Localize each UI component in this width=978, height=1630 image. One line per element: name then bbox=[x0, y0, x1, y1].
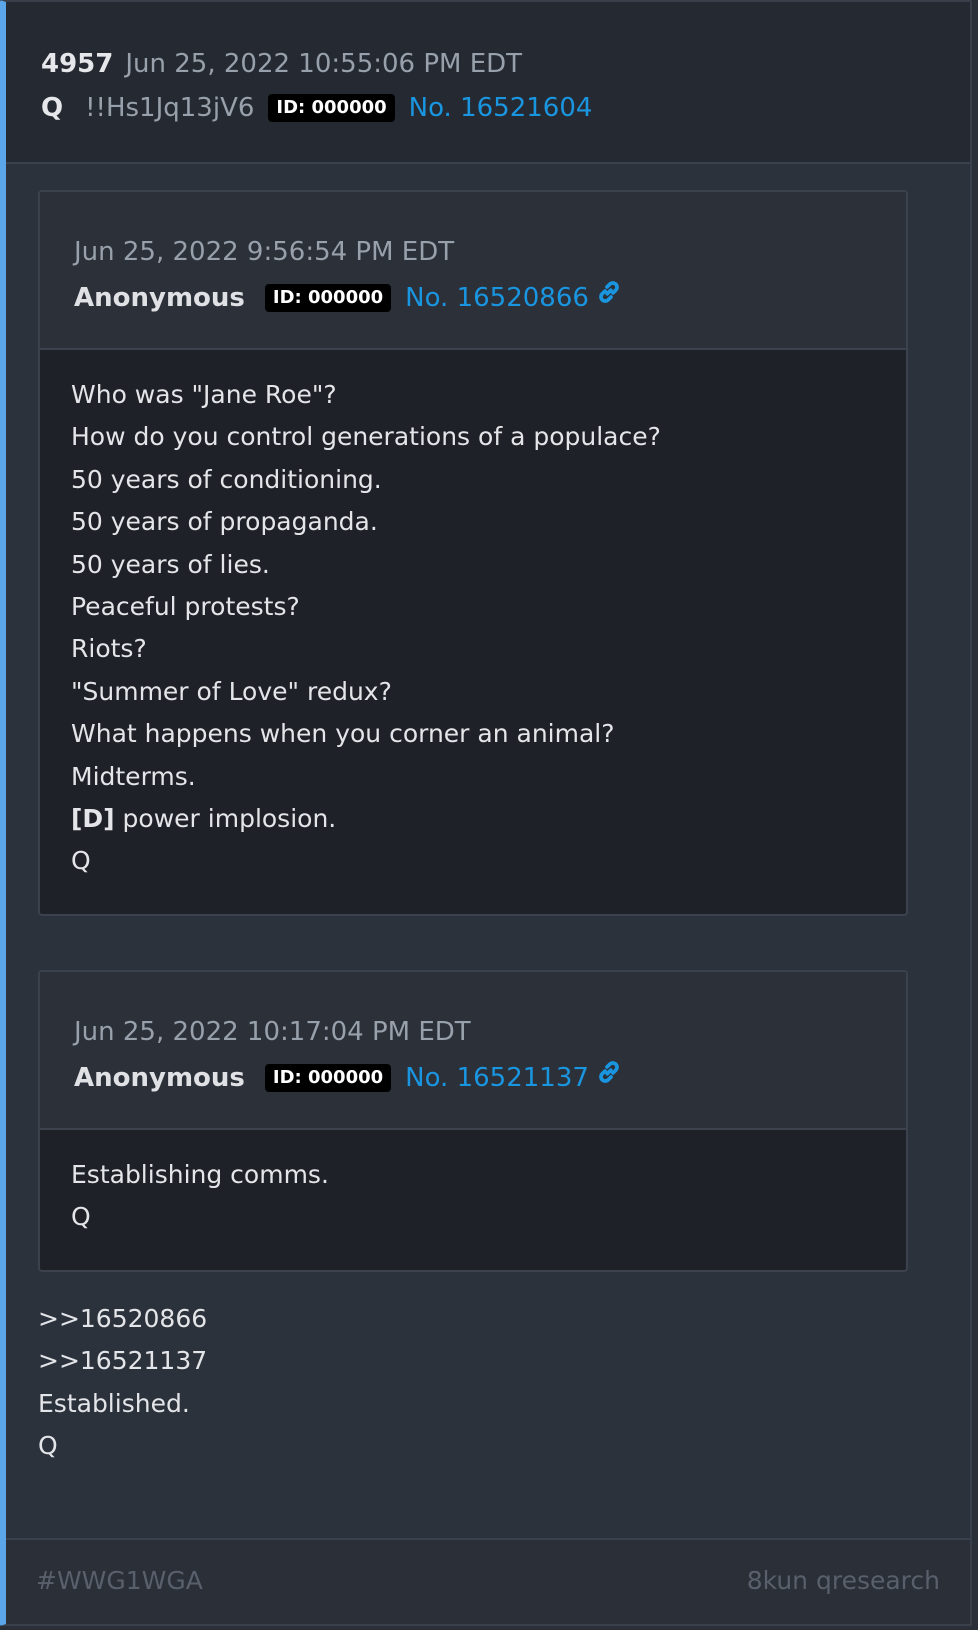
quoted-post-author: Anonymous bbox=[74, 283, 245, 313]
quoted-post-text-line: 50 years of propaganda. bbox=[71, 507, 378, 537]
board-source: 8kun qresearch bbox=[746, 1566, 940, 1595]
post-text-line: Q bbox=[38, 1431, 58, 1461]
post-header-line-1: 4957 Jun 25, 2022 10:55:06 PM EDT bbox=[41, 46, 970, 82]
post-timestamp: Jun 25, 2022 10:55:06 PM EDT bbox=[125, 49, 523, 79]
quoted-post-text-line: Q bbox=[71, 846, 91, 876]
quoted-post-text-line: What happens when you corner an animal? bbox=[71, 719, 615, 749]
quoted-post-number-link[interactable]: No. 16520866 bbox=[405, 283, 589, 313]
quoted-post-text-fragment: power implosion. bbox=[114, 804, 337, 834]
id-badge: ID: 000000 bbox=[268, 94, 395, 122]
quoted-post-text-line: Peaceful protests? bbox=[71, 592, 300, 622]
post-text-line: Established. bbox=[38, 1388, 190, 1418]
quoted-post-text-line: How do you control generations of a popu… bbox=[71, 422, 661, 452]
post-card: 4957 Jun 25, 2022 10:55:06 PM EDT Q !!Hs… bbox=[0, 0, 972, 1626]
quoted-post-body: Who was "Jane Roe"? How do you control g… bbox=[40, 350, 906, 883]
post-tripcode: !!Hs1Jq13jV6 bbox=[85, 93, 255, 123]
post-header: 4957 Jun 25, 2022 10:55:06 PM EDT Q !!Hs… bbox=[6, 2, 970, 164]
quoted-post-header-line-2: Anonymous ID: 000000 No. 16520866 bbox=[74, 276, 906, 320]
quoted-post-header: Jun 25, 2022 9:56:54 PM EDT Anonymous ID… bbox=[40, 192, 906, 350]
post-footer: #WWG1WGA 8kun qresearch bbox=[6, 1538, 970, 1624]
quoted-post-text-line: 50 years of lies. bbox=[71, 549, 270, 579]
post-number: 4957 bbox=[41, 49, 114, 79]
post-author: Q bbox=[41, 93, 64, 123]
quoted-post: Jun 25, 2022 10:17:04 PM EDT Anonymous I… bbox=[38, 970, 908, 1272]
quoted-post-timestamp: Jun 25, 2022 9:56:54 PM EDT bbox=[74, 237, 455, 267]
quoted-post-header: Jun 25, 2022 10:17:04 PM EDT Anonymous I… bbox=[40, 972, 906, 1130]
hashtag: #WWG1WGA bbox=[36, 1566, 203, 1595]
quoted-post-header-line-1: Jun 25, 2022 10:17:04 PM EDT bbox=[74, 1014, 906, 1050]
quoted-post-text-line: Establishing comms. bbox=[71, 1160, 329, 1189]
quoted-post-text-line: Who was "Jane Roe"? bbox=[71, 380, 337, 409]
quoted-post-author: Anonymous bbox=[74, 1063, 245, 1093]
reply-reference-link[interactable]: >>16521137 bbox=[38, 1340, 207, 1382]
link-icon[interactable] bbox=[595, 1058, 623, 1090]
quoted-post-text-line: 50 years of conditioning. bbox=[71, 464, 382, 494]
quoted-post-number-link[interactable]: No. 16521137 bbox=[405, 1063, 589, 1093]
bold-tag: [D] bbox=[71, 804, 115, 834]
post-body: >>16520866 >>16521137 Established. Q bbox=[38, 1298, 207, 1468]
quoted-post-body: Establishing comms. Q bbox=[40, 1130, 906, 1239]
link-icon[interactable] bbox=[595, 278, 623, 310]
post-header-line-2: Q !!Hs1Jq13jV6 ID: 000000 No. 16521604 bbox=[41, 88, 970, 128]
quoted-post-text-line: Midterms. bbox=[71, 761, 196, 791]
reply-reference-link[interactable]: >>16520866 bbox=[38, 1298, 207, 1340]
quoted-post-text-line: [D] power implosion. bbox=[71, 798, 906, 840]
post-number-link[interactable]: No. 16521604 bbox=[409, 93, 593, 123]
quoted-post-text-line: Riots? bbox=[71, 634, 147, 664]
quoted-post-timestamp: Jun 25, 2022 10:17:04 PM EDT bbox=[74, 1017, 471, 1047]
quoted-post-header-line-1: Jun 25, 2022 9:56:54 PM EDT bbox=[74, 234, 906, 270]
quoted-post: Jun 25, 2022 9:56:54 PM EDT Anonymous ID… bbox=[38, 190, 908, 916]
id-badge: ID: 000000 bbox=[264, 284, 392, 312]
quoted-post-text-line: "Summer of Love" redux? bbox=[71, 676, 392, 706]
quoted-post-text-line: Q bbox=[71, 1202, 91, 1232]
id-badge: ID: 000000 bbox=[264, 1064, 392, 1092]
quoted-post-header-line-2: Anonymous ID: 000000 No. 16521137 bbox=[74, 1056, 906, 1100]
